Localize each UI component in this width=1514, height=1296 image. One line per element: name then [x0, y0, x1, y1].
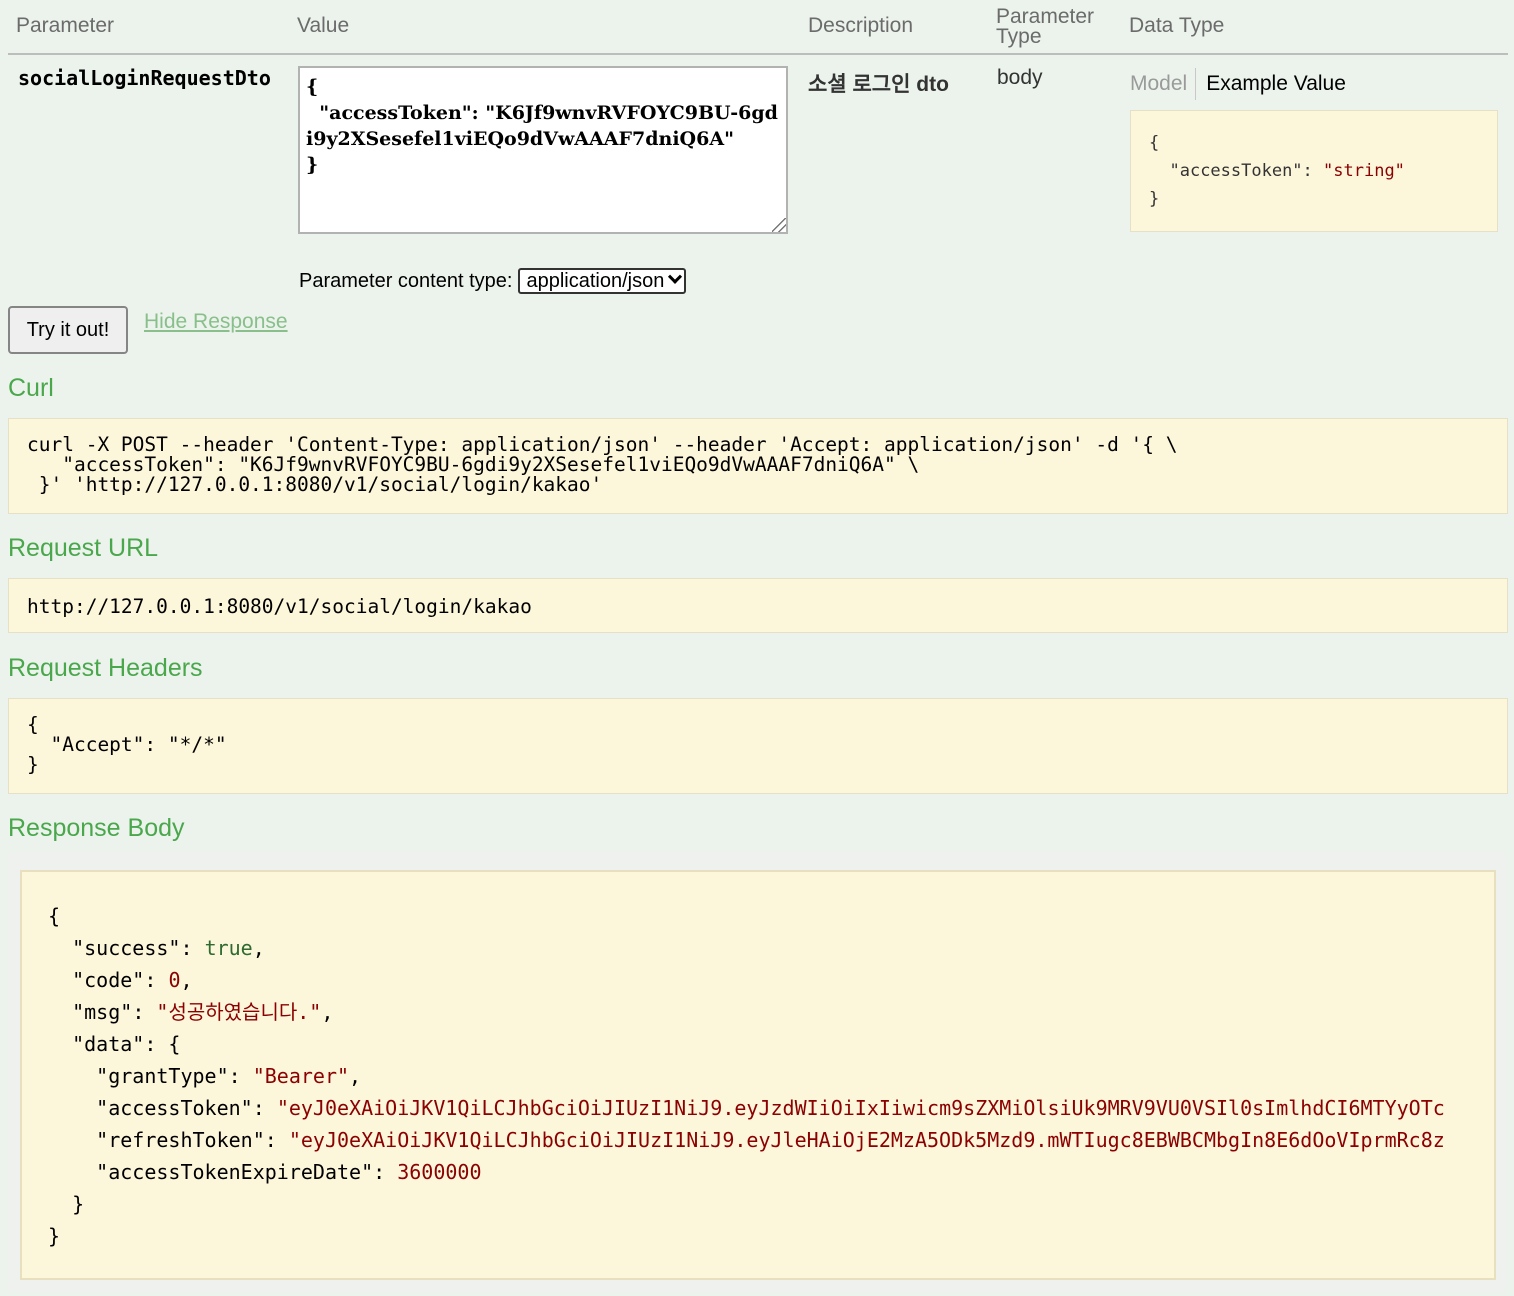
- data-type-tabs: Model Example Value: [1130, 68, 1346, 100]
- resp-code-key: "code": [72, 968, 145, 992]
- request-headers: { "Accept": "*/*" }: [8, 698, 1508, 794]
- resp-data-key: "data": [72, 1032, 145, 1056]
- header-parameter-type-line2: Type: [996, 25, 1042, 48]
- curl-title: Curl: [8, 374, 54, 402]
- resp-refreshtoken-key: "refreshToken": [96, 1128, 265, 1152]
- curl-command: curl -X POST --header 'Content-Type: app…: [8, 418, 1508, 514]
- header-value: Value: [297, 14, 350, 37]
- resp-refreshtoken-value: "eyJ0eXAiOiJKV1QiLCJhbGciOiJIUzI1NiJ9.ey…: [288, 1128, 1445, 1152]
- example-colon: :: [1302, 161, 1324, 181]
- chevron-down-icon: [668, 269, 683, 284]
- resp-close-brace: }: [48, 1224, 61, 1248]
- header-parameter: Parameter: [16, 14, 115, 37]
- resp-expire-key: "accessTokenExpireDate": [96, 1160, 374, 1184]
- header-divider: [8, 53, 1508, 55]
- tab-example-value[interactable]: Example Value: [1196, 72, 1346, 96]
- example-open-brace: {: [1149, 133, 1160, 153]
- response-body-title: Response Body: [8, 814, 185, 842]
- resp-msg-value: "성공하였습니다.": [156, 1000, 322, 1024]
- parameter-name: socialLoginRequestDto: [18, 66, 271, 90]
- header-parameter-type: Parameter Type: [996, 5, 1095, 48]
- request-url-title: Request URL: [8, 534, 159, 562]
- resp-code-value: 0: [168, 968, 181, 992]
- example-value-box[interactable]: { "accessToken": "string" }: [1130, 110, 1498, 232]
- parameter-value-textarea[interactable]: { "accessToken": "K6Jf9wnvRVFOYC9BU-6gdi…: [298, 66, 788, 234]
- resp-success-value: true: [204, 936, 253, 960]
- header-parameter-type-line1: Parameter: [996, 5, 1095, 28]
- resp-data-close-brace: }: [72, 1192, 85, 1216]
- example-key: "accessToken": [1169, 161, 1303, 181]
- parameter-content-type: Parameter content type: application/json: [299, 268, 687, 294]
- resp-expire-value: 3600000: [397, 1160, 482, 1184]
- hide-response-link[interactable]: Hide Response: [144, 310, 288, 334]
- resp-open-brace: {: [48, 904, 61, 928]
- parameter-type: body: [997, 66, 1043, 89]
- request-url: http://127.0.0.1:8080/v1/social/login/ka…: [8, 578, 1508, 633]
- resp-accesstoken-key: "accessToken": [96, 1096, 253, 1120]
- swagger-operation-panel: Parameter Value Description Parameter Ty…: [0, 0, 1514, 1296]
- textarea-resize-handle[interactable]: [772, 218, 786, 232]
- example-close-brace: }: [1149, 189, 1160, 209]
- response-body[interactable]: { "success": true, "code": 0, "msg": "성공…: [20, 870, 1496, 1280]
- content-type-selected: application/json: [526, 269, 665, 292]
- header-data-type: Data Type: [1129, 14, 1225, 37]
- parameter-description: 소셜 로그인 dto: [808, 73, 949, 96]
- example-value: "string": [1323, 161, 1405, 181]
- try-it-out-button[interactable]: Try it out!: [8, 306, 128, 354]
- content-type-select[interactable]: application/json: [518, 268, 687, 294]
- header-description: Description: [808, 14, 914, 37]
- resp-success-key: "success": [72, 936, 181, 960]
- tab-model[interactable]: Model: [1130, 72, 1195, 96]
- resp-accesstoken-value: "eyJ0eXAiOiJKV1QiLCJhbGciOiJIUzI1NiJ9.ey…: [276, 1096, 1445, 1120]
- request-headers-title: Request Headers: [8, 654, 203, 682]
- content-type-label: Parameter content type:: [299, 269, 513, 292]
- resp-granttype-value: "Bearer": [252, 1064, 350, 1088]
- resp-msg-key: "msg": [72, 1000, 133, 1024]
- resp-granttype-key: "grantType": [96, 1064, 229, 1088]
